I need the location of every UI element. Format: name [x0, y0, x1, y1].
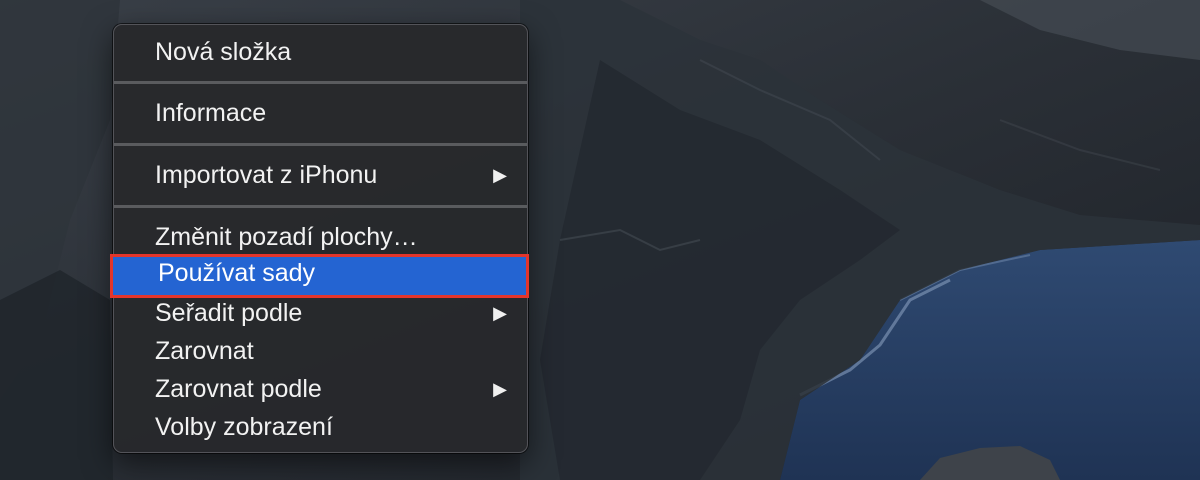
menu-item-label: Volby zobrazení [155, 413, 333, 441]
menu-item-sort-by[interactable]: Seřadit podle ▶ [114, 294, 527, 332]
menu-item-label: Změnit pozadí plochy… [155, 223, 418, 251]
menu-item-label: Zarovnat [155, 337, 254, 365]
menu-item-new-folder[interactable]: Nová složka [114, 33, 527, 71]
menu-item-label: Zarovnat podle [155, 375, 322, 403]
submenu-arrow-icon: ▶ [493, 303, 507, 323]
menu-item-label: Importovat z iPhonu [155, 161, 378, 189]
menu-item-label: Informace [155, 99, 267, 127]
menu-item-use-stacks[interactable]: Používat sady [110, 254, 529, 298]
menu-item-label: Používat sady [158, 259, 316, 287]
menu-item-show-view-options[interactable]: Volby zobrazení [114, 408, 527, 446]
menu-item-label: Nová složka [155, 38, 292, 66]
menu-separator [114, 81, 527, 84]
submenu-arrow-icon: ▶ [493, 165, 507, 185]
menu-separator [114, 205, 527, 208]
desktop-context-menu: Nová složka Informace Importovat z iPhon… [110, 24, 529, 453]
menu-item-clean-up-by[interactable]: Zarovnat podle ▶ [114, 370, 527, 408]
submenu-arrow-icon: ▶ [493, 379, 507, 399]
menu-item-get-info[interactable]: Informace [114, 94, 527, 132]
menu-separator [114, 143, 527, 146]
menu-item-change-desktop-background[interactable]: Změnit pozadí plochy… [114, 218, 527, 256]
menu-item-label: Seřadit podle [155, 299, 303, 327]
menu-item-import-from-iphone[interactable]: Importovat z iPhonu ▶ [114, 156, 527, 194]
menu-item-clean-up[interactable]: Zarovnat [114, 332, 527, 370]
